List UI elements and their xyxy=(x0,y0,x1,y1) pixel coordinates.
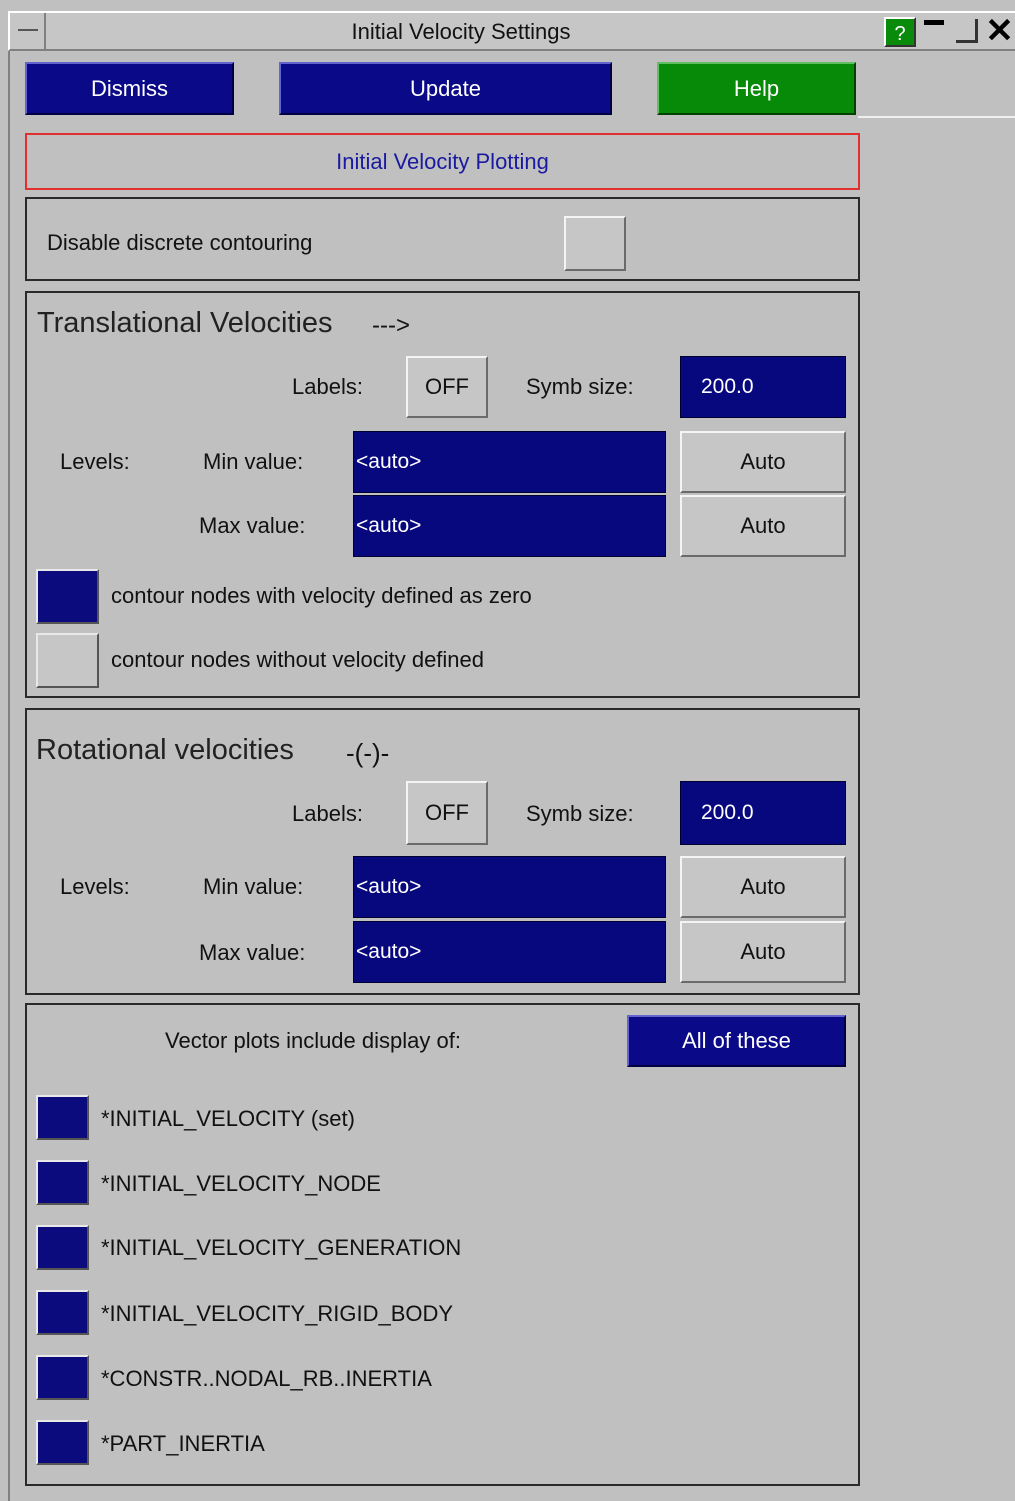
rotational-min-label: Min value: xyxy=(203,874,304,899)
disable-discrete-label: Disable discrete contouring xyxy=(47,230,313,255)
vector-plots-label: Vector plots include display of: xyxy=(165,1028,461,1053)
contour-zero-checkbox[interactable] xyxy=(36,569,99,624)
translational-levels-label: Levels: xyxy=(60,449,130,474)
translational-symb-size-input[interactable]: 200.0 xyxy=(680,356,846,418)
maximize-button[interactable] xyxy=(952,15,982,47)
window-title: Initial Velocity Settings xyxy=(351,19,571,44)
rotational-min-auto-button[interactable]: Auto xyxy=(680,856,846,918)
vector-item-label: *PART_INERTIA xyxy=(101,1431,265,1456)
translational-min-input[interactable]: <auto> xyxy=(353,431,666,493)
vector-item-checkbox[interactable] xyxy=(36,1355,89,1400)
rotational-symb-size-label: Symb size: xyxy=(526,801,634,826)
translational-min-auto-button[interactable]: Auto xyxy=(680,431,846,493)
dismiss-button[interactable]: Dismiss xyxy=(25,62,234,115)
vector-item-label: *INITIAL_VELOCITY (set) xyxy=(101,1106,355,1131)
contour-undefined-label: contour nodes without velocity defined xyxy=(111,647,485,672)
translational-min-label: Min value: xyxy=(203,449,304,474)
rotational-symbol: -(-)- xyxy=(346,738,390,768)
question-icon[interactable]: ? xyxy=(884,17,916,47)
vector-item-label: *INITIAL_VELOCITY_RIGID_BODY xyxy=(101,1301,454,1326)
vector-item-checkbox[interactable] xyxy=(36,1290,89,1335)
translational-arrow-symbol: ---> xyxy=(372,312,410,339)
update-button[interactable]: Update xyxy=(279,62,612,115)
translational-labels-label: Labels: xyxy=(292,374,363,399)
vector-item-checkbox[interactable] xyxy=(36,1420,89,1465)
rotational-symb-size-input[interactable]: 200.0 xyxy=(680,781,846,845)
menu-dash-icon xyxy=(18,29,38,31)
translational-max-label: Max value: xyxy=(199,513,306,538)
translational-max-auto-button[interactable]: Auto xyxy=(680,495,846,557)
rotational-max-input[interactable]: <auto> xyxy=(353,921,666,983)
translational-symb-size-label: Symb size: xyxy=(526,374,634,399)
vector-item-label: *CONSTR..NODAL_RB..INERTIA xyxy=(101,1366,432,1391)
rotational-labels-toggle[interactable]: OFF xyxy=(406,781,488,845)
close-icon[interactable]: ✕ xyxy=(984,12,1015,50)
translational-labels-toggle[interactable]: OFF xyxy=(406,356,488,418)
minimize-icon xyxy=(924,20,944,25)
translational-heading: Translational Velocities xyxy=(37,307,333,339)
window-left-edge xyxy=(8,51,10,1501)
translational-max-input[interactable]: <auto> xyxy=(353,495,666,557)
toolbar-divider xyxy=(858,116,1015,118)
help-button[interactable]: Help xyxy=(657,62,856,115)
minimize-button[interactable] xyxy=(920,15,950,47)
rotational-max-auto-button[interactable]: Auto xyxy=(680,921,846,983)
rotational-heading: Rotational velocities xyxy=(36,734,294,766)
vector-item-label: *INITIAL_VELOCITY_NODE xyxy=(101,1171,381,1196)
rotational-labels-label: Labels: xyxy=(292,801,363,826)
contour-undefined-checkbox[interactable] xyxy=(36,633,99,688)
rotational-min-input[interactable]: <auto> xyxy=(353,856,666,918)
disable-discrete-toggle[interactable] xyxy=(564,216,626,271)
maximize-icon xyxy=(956,19,978,43)
all-of-these-button[interactable]: All of these xyxy=(627,1015,846,1067)
contour-zero-label: contour nodes with velocity defined as z… xyxy=(111,583,532,608)
rotational-max-label: Max value: xyxy=(199,940,306,965)
vector-item-checkbox[interactable] xyxy=(36,1160,89,1205)
window-menu-button[interactable] xyxy=(10,13,46,49)
rotational-levels-label: Levels: xyxy=(60,874,130,899)
vector-item-label: *INITIAL_VELOCITY_GENERATION xyxy=(101,1235,462,1260)
vector-item-checkbox[interactable] xyxy=(36,1225,89,1270)
section-header: Initial Velocity Plotting xyxy=(25,133,860,190)
vector-item-checkbox[interactable] xyxy=(36,1095,89,1140)
